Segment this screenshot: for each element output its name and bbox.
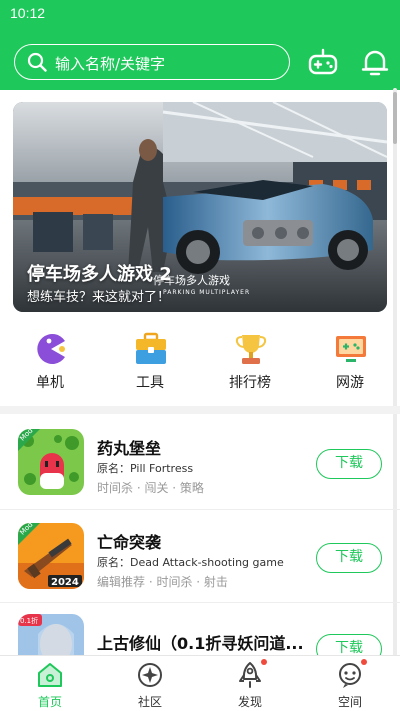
game-thumbnail: Mod 2024 — [18, 523, 84, 589]
banner-subtitle: 想练车技？来这就对了！ — [27, 290, 171, 305]
gamepad-icon[interactable] — [308, 47, 338, 77]
notification-dot — [261, 659, 267, 665]
download-button[interactable]: 下载 — [316, 449, 382, 479]
monitor-game-icon — [336, 336, 366, 362]
status-time: 10:12 — [10, 5, 46, 21]
section-divider — [0, 406, 400, 414]
search-placeholder: 输入名称/关键字 — [55, 55, 166, 73]
profile-icon — [339, 663, 361, 688]
home-icon — [38, 663, 62, 687]
game-tags: 编辑推荐 · 时间杀 · 射击 — [97, 575, 228, 589]
tab-home[interactable]: 首页 — [0, 656, 100, 711]
notification-dot — [361, 659, 367, 665]
tab-space[interactable]: 空间 — [300, 656, 400, 711]
game-thumbnail: Mod — [18, 429, 84, 495]
bell-icon[interactable] — [360, 47, 390, 77]
download-button[interactable]: 下载 — [316, 543, 382, 573]
category-online[interactable]: 网游 — [310, 326, 390, 396]
rocket-icon — [239, 662, 261, 688]
banner-logo-sub: PARKING MULTIPLAYER — [163, 289, 250, 296]
app-header: 10:12 输入名称/关键字 — [0, 0, 400, 90]
game-list-item[interactable]: 0.1折 上古修仙（0.1折寻妖问道... 下载 — [0, 600, 400, 655]
category-label: 单机 — [36, 375, 64, 391]
game-name: 亡命突袭 — [97, 533, 162, 552]
game-tags: 时间杀 · 闯关 · 策略 — [97, 481, 204, 495]
game-original-name: 原名：Dead Attack-shooting game — [97, 556, 284, 569]
featured-banner[interactable]: 停车场多人游戏 PARKING MULTIPLAYER 停车场多人游戏 2 想练… — [13, 102, 387, 312]
year-badge: 2024 — [51, 577, 79, 588]
tab-label: 发现 — [237, 695, 262, 709]
category-label: 网游 — [336, 375, 364, 391]
toolbox-icon — [136, 332, 166, 364]
tab-label: 空间 — [337, 695, 362, 709]
community-icon — [138, 663, 162, 687]
search-input[interactable]: 输入名称/关键字 — [14, 44, 290, 80]
trophy-icon — [235, 335, 267, 364]
bottom-tab-bar: 首页 社区 发现 空间 — [0, 655, 400, 711]
tab-label: 首页 — [37, 695, 62, 709]
game-name: 上古修仙（0.1折寻妖问道... — [97, 634, 304, 653]
search-icon — [27, 52, 47, 72]
category-rankings[interactable]: 排行榜 — [210, 326, 290, 396]
game-original-name: 原名：Pill Fortress — [97, 462, 194, 475]
game-list-item[interactable]: Mod 药丸堡垒 原名：Pill Fortress 时间杀 · 闯关 · 策略 … — [0, 415, 400, 507]
category-label: 排行榜 — [229, 375, 271, 391]
tab-discover[interactable]: 发现 — [200, 656, 300, 711]
category-standalone[interactable]: 单机 — [10, 326, 90, 396]
tab-community[interactable]: 社区 — [100, 656, 200, 711]
download-button[interactable]: 下载 — [316, 634, 382, 655]
category-label: 工具 — [136, 375, 164, 391]
banner-title: 停车场多人游戏 2 — [27, 264, 172, 285]
game-name: 药丸堡垒 — [97, 439, 162, 458]
tab-label: 社区 — [137, 695, 162, 709]
scrollbar-thumb[interactable] — [393, 92, 397, 144]
status-bar: 10:12 — [0, 0, 400, 28]
game-list-item[interactable]: Mod 2024 亡命突袭 原名：Dead Attack-shooting ga… — [0, 509, 400, 601]
category-row: 单机 工具 排行榜 网游 — [0, 326, 400, 396]
pacman-icon — [37, 334, 65, 364]
category-tools[interactable]: 工具 — [110, 326, 190, 396]
discount-badge: 0.1折 — [20, 616, 38, 625]
game-thumbnail: 0.1折 — [18, 614, 84, 655]
